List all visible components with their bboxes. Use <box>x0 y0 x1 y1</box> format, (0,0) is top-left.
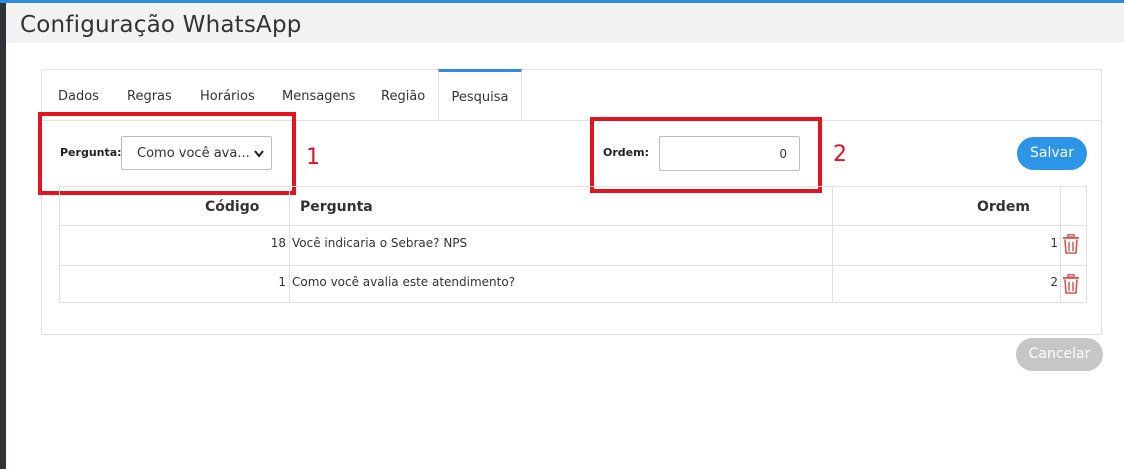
page-header: Configuração WhatsApp <box>6 3 1124 43</box>
column-header-question: Pergunta <box>300 199 373 215</box>
column-header-order: Ordem <box>977 199 1030 215</box>
column-header-code: Código <box>205 199 260 215</box>
questions-table: Código Pergunta Ordem 18 Você indicaria … <box>59 186 1087 303</box>
row-question: Você indicaria o Sebrae? NPS <box>292 236 468 250</box>
tab-pesquisa[interactable]: Pesquisa <box>438 69 522 120</box>
annotation-label-2: 2 <box>833 142 847 167</box>
table-header-divider <box>60 225 1086 226</box>
annotation-box-1 <box>38 112 296 195</box>
row-order: 2 <box>1050 275 1058 289</box>
tab-regiao[interactable]: Região <box>381 70 425 120</box>
annotation-label-1: 1 <box>306 145 320 170</box>
page-title: Configuração WhatsApp <box>20 12 302 38</box>
left-sidebar-strip <box>0 3 6 469</box>
save-button[interactable]: Salvar <box>1017 137 1087 170</box>
annotation-box-2 <box>590 117 822 193</box>
trash-icon[interactable] <box>1062 273 1080 294</box>
row-question: Como você avalia este atendimento? <box>292 275 516 289</box>
column-divider <box>289 187 290 302</box>
column-divider <box>1060 187 1061 302</box>
table-row-divider <box>60 265 1086 266</box>
cancel-button[interactable]: Cancelar <box>1016 338 1103 371</box>
trash-icon[interactable] <box>1062 233 1080 254</box>
row-code: 18 <box>270 236 286 250</box>
row-code: 1 <box>278 275 286 289</box>
row-order: 1 <box>1050 236 1058 250</box>
